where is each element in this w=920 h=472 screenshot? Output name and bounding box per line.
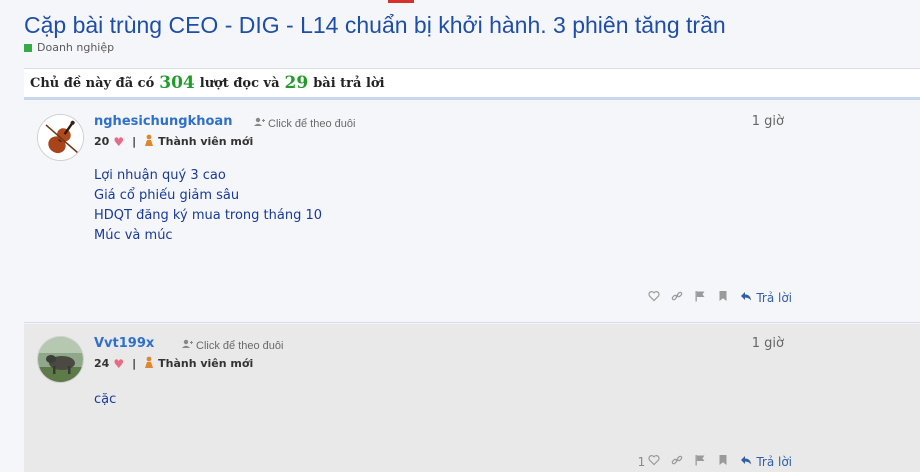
bookmark-icon[interactable]: [717, 454, 729, 469]
reply-arrow-icon: [740, 290, 752, 305]
meta-separator: |: [132, 135, 137, 148]
post-line: Múc và múc: [94, 228, 173, 243]
post-content: Lợi nhuận quý 3 cao Giá cổ phiếu giảm sâ…: [94, 166, 322, 246]
follow-label: Click để theo đuôi: [196, 339, 284, 352]
user-meta: 24 ♥ | Thành viên mới: [94, 356, 253, 371]
user-rank: Thành viên mới: [158, 135, 254, 148]
post-actions: Trả lời: [648, 290, 792, 305]
animal-photo-icon: [38, 337, 83, 382]
replies-count: 29: [284, 73, 309, 93]
topic-stats-bar: Chủ đề này đã có 304 lượt đọc và 29 bài …: [24, 68, 920, 100]
username-link[interactable]: Vvt199x: [94, 336, 154, 351]
violin-avatar[interactable]: [37, 114, 84, 161]
link-icon[interactable]: [671, 454, 683, 469]
post: nghesichungkhoan Click để theo đuôi 20 ♥…: [24, 104, 920, 323]
like-icon[interactable]: [648, 290, 660, 305]
post: Vvt199x Click để theo đuôi 24 ♥ | Thành …: [24, 324, 920, 472]
link-icon[interactable]: [671, 290, 683, 305]
bookmark-icon[interactable]: [717, 290, 729, 305]
reply-label: Trả lời: [756, 290, 792, 305]
follow-button[interactable]: Click để theo đuôi: [182, 339, 283, 352]
like-count[interactable]: 1: [638, 455, 646, 469]
top-strip: [0, 0, 920, 4]
category-color-square: [24, 43, 32, 52]
violin-icon: [38, 115, 83, 160]
follow-button[interactable]: Click để theo đuôi: [254, 117, 355, 130]
user-score: 20: [94, 135, 110, 148]
category-label: Doanh nghiệp: [37, 41, 115, 54]
category-tag[interactable]: Doanh nghiệp: [24, 41, 114, 54]
red-accent-mark: [388, 0, 414, 3]
user-plus-icon: [182, 339, 193, 352]
meta-separator: |: [132, 357, 137, 370]
user-score: 24: [94, 357, 110, 370]
post-actions: 1 Trả lời: [638, 454, 792, 469]
rank-badge-icon: [144, 134, 154, 149]
reply-button[interactable]: Trả lời: [740, 454, 792, 469]
animal-photo-avatar[interactable]: [37, 336, 84, 383]
heart-icon: ♥: [113, 356, 125, 371]
username-link[interactable]: nghesichungkhoan: [94, 114, 232, 129]
rank-badge-icon: [144, 356, 154, 371]
reply-arrow-icon: [740, 454, 752, 469]
user-meta: 20 ♥ | Thành viên mới: [94, 134, 253, 149]
follow-label: Click để theo đuôi: [268, 117, 356, 130]
post-time[interactable]: 1 giờ: [752, 336, 784, 351]
flag-icon[interactable]: [694, 290, 706, 305]
reply-label: Trả lời: [756, 454, 792, 469]
heart-icon: ♥: [113, 134, 125, 149]
like-icon[interactable]: [648, 454, 660, 469]
topic-title[interactable]: Cặp bài trùng CEO - DIG - L14 chuẩn bị k…: [24, 12, 726, 39]
stats-prefix: Chủ đề này đã có: [30, 75, 155, 91]
post-line: HDQT đăng ký mua trong tháng 10: [94, 208, 323, 223]
views-count: 304: [159, 73, 195, 93]
reply-button[interactable]: Trả lời: [740, 290, 792, 305]
post-line: Lợi nhuận quý 3 cao: [94, 168, 226, 183]
post-content: cặc: [94, 390, 116, 410]
post-line: cặc: [94, 392, 117, 407]
user-plus-icon: [254, 117, 265, 130]
post-line: Giá cổ phiếu giảm sâu: [94, 188, 240, 203]
stats-suffix: bài trả lời: [313, 75, 385, 91]
stats-middle: lượt đọc và: [199, 75, 280, 91]
user-rank: Thành viên mới: [158, 357, 254, 370]
post-time[interactable]: 1 giờ: [752, 114, 784, 129]
flag-icon[interactable]: [694, 454, 706, 469]
